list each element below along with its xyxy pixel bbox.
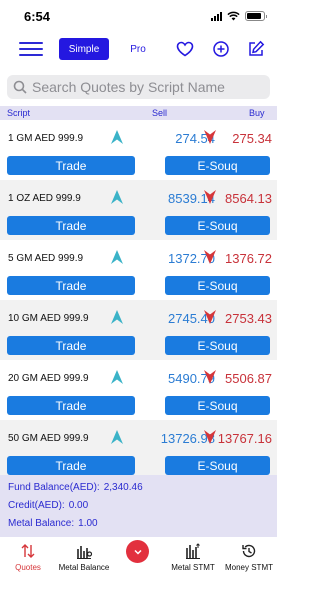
trade-button[interactable]: Trade: [7, 456, 135, 475]
top-bar: Simple Pro: [0, 34, 277, 64]
down-arrow-icon: [204, 370, 216, 384]
credit-value: 0.00: [68, 500, 89, 511]
pro-mode-button[interactable]: Pro: [121, 38, 155, 60]
tab-quotes-label: Quotes: [15, 563, 41, 572]
credit-label: Credit(AED):: [8, 500, 65, 511]
edit-icon[interactable]: [246, 39, 266, 59]
esouq-button[interactable]: E-Souq: [165, 156, 270, 175]
buy-price: 13767.16: [217, 431, 272, 446]
tab-bar: Quotes Metal Balance Metal STMT Money ST…: [0, 537, 277, 600]
table-header: Script Sell Buy: [0, 106, 277, 120]
quote-row[interactable]: 1 OZ AED 999.9 8539.14 8564.13 Trade E-S…: [0, 180, 277, 240]
metal-balance: Metal Balance: 1.00: [8, 518, 98, 529]
quote-row[interactable]: 10 GM AED 999.9 2745.40 2753.43 Trade E-…: [0, 300, 277, 360]
down-arrow-icon: [204, 310, 216, 324]
signal-icon: [211, 11, 222, 21]
chart-bars-icon: [186, 543, 200, 559]
trade-button[interactable]: Trade: [7, 216, 135, 235]
script-name: 20 GM AED 999.9: [8, 373, 89, 384]
header-buy: Buy: [249, 108, 265, 118]
buy-price: 275.34: [232, 131, 272, 146]
battery-icon: [245, 11, 267, 21]
quote-row[interactable]: 1 GM AED 999.9 274.54 275.34 Trade E-Sou…: [0, 120, 277, 180]
sort-arrows-icon: [21, 544, 35, 558]
up-arrow-icon: [111, 190, 123, 204]
chevron-down-icon: [133, 549, 142, 555]
metal-balance-label: Metal Balance:: [8, 518, 75, 529]
tab-metal-balance-label: Metal Balance: [58, 563, 110, 572]
up-arrow-icon: [111, 310, 123, 324]
metal-balance-value: 1.00: [78, 518, 98, 529]
script-name: 1 GM AED 999.9: [8, 133, 84, 144]
fund-balance-label: Fund Balance(AED):: [8, 482, 100, 493]
trade-button[interactable]: Trade: [7, 396, 135, 415]
tab-metal-stmt[interactable]: Metal STMT: [168, 542, 218, 572]
script-name: 50 GM AED 999.9: [8, 433, 89, 444]
simple-mode-button[interactable]: Simple: [59, 38, 109, 60]
history-icon: [242, 544, 256, 558]
balance-panel: Fund Balance(AED): 2,340.46 Credit(AED): 0…: [0, 475, 277, 537]
script-name: 10 GM AED 999.9: [8, 313, 89, 324]
tab-money-stmt[interactable]: Money STMT: [223, 542, 275, 572]
heart-icon[interactable]: [175, 39, 195, 59]
esouq-button[interactable]: E-Souq: [165, 336, 270, 355]
quote-row[interactable]: 5 GM AED 999.9 1372.70 1376.72 Trade E-S…: [0, 240, 277, 300]
down-arrow-icon: [204, 430, 216, 444]
up-arrow-icon: [111, 370, 123, 384]
menu-icon[interactable]: [19, 42, 43, 56]
script-name: 5 GM AED 999.9: [8, 253, 84, 264]
status-bar: 6:54: [0, 0, 277, 34]
trade-button[interactable]: Trade: [7, 156, 135, 175]
credit-balance: Credit(AED): 0.00: [8, 500, 88, 511]
up-arrow-icon: [111, 250, 123, 264]
script-name: 1 OZ AED 999.9: [8, 193, 81, 204]
battery-level: [247, 13, 261, 19]
search-bar[interactable]: [7, 75, 270, 99]
esouq-button[interactable]: E-Souq: [165, 456, 270, 475]
chart-icon: [77, 546, 93, 559]
buy-price: 2753.43: [225, 311, 272, 326]
add-circle-icon[interactable]: [211, 39, 231, 59]
quote-row[interactable]: 20 GM AED 999.9 5490.79 5506.87 Trade E-…: [0, 360, 277, 420]
down-arrow-icon: [204, 130, 216, 144]
esouq-button[interactable]: E-Souq: [165, 396, 270, 415]
buy-price: 8564.13: [225, 191, 272, 206]
tab-metal-balance[interactable]: Metal Balance: [56, 542, 112, 572]
header-script: Script: [7, 108, 31, 118]
search-icon: [13, 80, 27, 94]
status-icons: [211, 11, 267, 21]
down-arrow-icon: [204, 190, 216, 204]
tab-metal-stmt-label: Metal STMT: [171, 563, 215, 572]
wifi-icon: [227, 11, 240, 21]
tab-money-stmt-label: Money STMT: [224, 563, 273, 572]
esouq-button[interactable]: E-Souq: [165, 216, 270, 235]
header-sell: Sell: [152, 108, 168, 118]
tab-quotes[interactable]: Quotes: [10, 542, 46, 572]
search-input[interactable]: [32, 79, 262, 95]
buy-price: 1376.72: [225, 251, 272, 266]
status-time: 6:54: [24, 9, 51, 24]
center-action-button[interactable]: [126, 540, 149, 563]
up-arrow-icon: [111, 430, 123, 444]
trade-button[interactable]: Trade: [7, 336, 135, 355]
down-arrow-icon: [204, 250, 216, 264]
fund-balance: Fund Balance(AED): 2,340.46: [8, 482, 143, 493]
fund-balance-value: 2,340.46: [103, 482, 143, 493]
quote-row[interactable]: 50 GM AED 999.9 13726.98 13767.16 Trade …: [0, 420, 277, 480]
esouq-button[interactable]: E-Souq: [165, 276, 270, 295]
trade-button[interactable]: Trade: [7, 276, 135, 295]
up-arrow-icon: [111, 130, 123, 144]
buy-price: 5506.87: [225, 371, 272, 386]
